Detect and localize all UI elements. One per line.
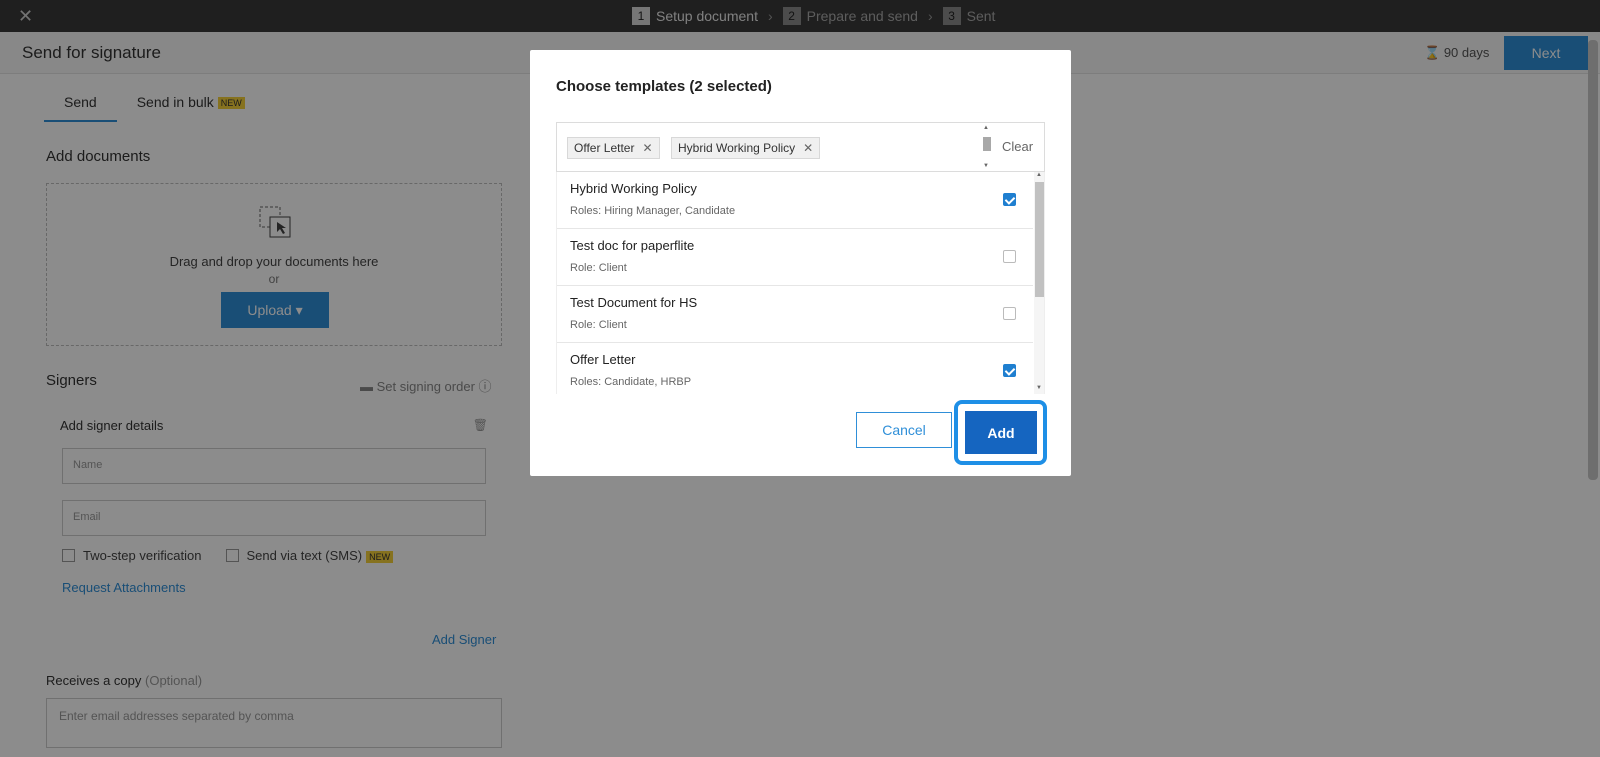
list-item[interactable]: Test Document for HS Role: Client — [557, 286, 1033, 343]
template-list: Hybrid Working Policy Roles: Hiring Mana… — [556, 172, 1045, 394]
clear-button[interactable]: Clear — [1002, 139, 1033, 154]
template-name: Test Document for HS — [570, 295, 698, 310]
selected-templates-box[interactable]: Offer Letter ✕ Hybrid Working Policy ✕ ▲ ▼… — [556, 122, 1045, 172]
template-roles: Role: Client — [570, 262, 627, 274]
template-name: Hybrid Working Policy — [570, 181, 697, 196]
modal-title: Choose templates (2 selected) — [556, 78, 772, 95]
remove-chip-icon[interactable]: ✕ — [642, 141, 652, 155]
cancel-button[interactable]: Cancel — [856, 412, 952, 448]
scroll-up-icon[interactable]: ▲ — [1036, 172, 1042, 178]
scroll-up-icon[interactable]: ▲ — [983, 125, 989, 131]
chip-label: Hybrid Working Policy — [678, 141, 796, 155]
scroll-down-icon[interactable]: ▼ — [983, 163, 989, 169]
add-button[interactable]: Add — [965, 411, 1037, 454]
remove-chip-icon[interactable]: ✕ — [803, 141, 813, 155]
selected-chip: Offer Letter ✕ — [567, 137, 660, 159]
chips-scrollbar[interactable]: ▲ ▼ — [981, 125, 993, 171]
template-checkbox[interactable] — [1003, 193, 1016, 206]
template-roles: Roles: Hiring Manager, Candidate — [570, 205, 736, 217]
template-roles: Roles: Candidate, HRBP — [570, 376, 692, 388]
template-checkbox[interactable] — [1003, 364, 1016, 377]
list-scrollbar[interactable]: ▲ ▼ — [1034, 172, 1044, 394]
choose-templates-modal: Choose templates (2 selected) Offer Lett… — [530, 50, 1071, 476]
template-name: Test doc for paperflite — [570, 238, 695, 253]
template-checkbox[interactable] — [1003, 307, 1016, 320]
scroll-thumb[interactable] — [983, 137, 991, 151]
template-name: Offer Letter — [570, 352, 636, 367]
chip-label: Offer Letter — [574, 141, 635, 155]
list-item[interactable]: Hybrid Working Policy Roles: Hiring Mana… — [557, 172, 1033, 229]
list-item[interactable]: Test doc for paperflite Role: Client — [557, 229, 1033, 286]
add-button-highlight: Add — [954, 400, 1047, 465]
selected-chip: Hybrid Working Policy ✕ — [671, 137, 821, 159]
template-roles: Role: Client — [570, 319, 627, 331]
template-checkbox[interactable] — [1003, 250, 1016, 263]
scroll-thumb[interactable] — [1035, 182, 1044, 297]
list-item[interactable]: Offer Letter Roles: Candidate, HRBP — [557, 343, 1033, 394]
scroll-down-icon[interactable]: ▼ — [1036, 385, 1042, 391]
